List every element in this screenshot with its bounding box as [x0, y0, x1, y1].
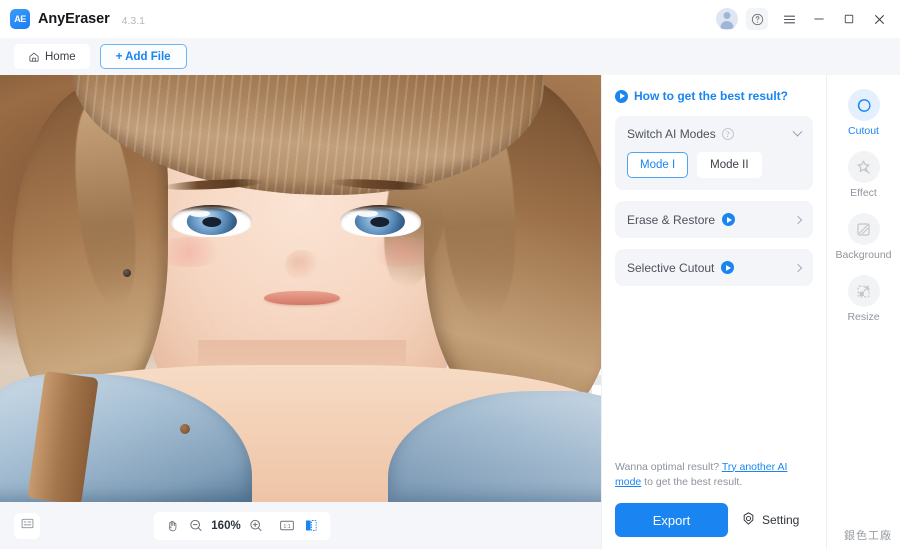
- image-canvas[interactable]: [0, 75, 601, 502]
- right-rail: Cutout Effect Background Resize: [826, 75, 900, 549]
- window-controls: [716, 5, 894, 33]
- split-compare-icon[interactable]: [301, 516, 321, 536]
- how-to-label: How to get the best result?: [634, 89, 789, 103]
- rail-item-background[interactable]: Background: [827, 213, 900, 261]
- switch-ai-modes-card: Switch AI Modes ? Mode I Mode II: [615, 116, 813, 190]
- thumbnails-toggle-button[interactable]: [14, 512, 40, 539]
- panel-spacer: [615, 297, 813, 460]
- close-icon[interactable]: [864, 5, 894, 33]
- erase-and-restore-label: Erase & Restore: [627, 212, 716, 227]
- title-bar: AE AnyEraser 4.3.1: [0, 0, 900, 38]
- home-label: Home: [45, 50, 76, 63]
- hint-prefix: Wanna optimal result?: [615, 460, 722, 473]
- chevron-down-icon[interactable]: [792, 126, 803, 137]
- app-logo-text: AE: [14, 14, 26, 24]
- right-panel: How to get the best result? Switch AI Mo…: [601, 75, 826, 549]
- gear-icon: [741, 511, 756, 529]
- mode-1-button[interactable]: Mode I: [627, 152, 689, 178]
- hand-tool-icon[interactable]: [162, 516, 182, 536]
- how-to-link[interactable]: How to get the best result?: [615, 89, 813, 103]
- add-file-button[interactable]: + Add File: [99, 44, 187, 69]
- rail-label-effect: Effect: [850, 187, 877, 199]
- app-logo-icon: AE: [10, 9, 30, 29]
- resize-icon: [847, 275, 880, 307]
- minimize-icon[interactable]: [804, 5, 834, 33]
- filmstrip-icon: [20, 516, 35, 536]
- optimal-result-hint: Wanna optimal result? Try another AI mod…: [615, 460, 813, 492]
- export-button[interactable]: Export: [615, 503, 728, 537]
- zoom-out-icon[interactable]: [186, 516, 206, 536]
- watermark: 銀色工廠: [844, 529, 892, 542]
- chevron-right-icon: [793, 263, 803, 272]
- hamburger-menu-icon[interactable]: [774, 5, 804, 33]
- chevron-right-icon: [793, 215, 803, 224]
- canvas-bottom-toolbar: 160% 1:1: [0, 502, 601, 549]
- switch-ai-modes-title: Switch AI Modes: [627, 127, 716, 141]
- selective-cutout-row[interactable]: Selective Cutout: [615, 249, 813, 286]
- background-icon: [847, 213, 880, 245]
- mode-2-button[interactable]: Mode II: [697, 152, 762, 178]
- mode-toggle-group: Mode I Mode II: [627, 152, 801, 178]
- play-icon[interactable]: [721, 261, 735, 274]
- help-tooltip-icon[interactable]: ?: [721, 128, 734, 140]
- magic-wand-icon: [847, 151, 880, 183]
- compare-divider-handle[interactable]: [302, 75, 303, 502]
- canvas-column: 160% 1:1: [0, 75, 601, 549]
- rail-item-effect[interactable]: Effect: [827, 151, 900, 199]
- rail-item-cutout[interactable]: Cutout: [827, 89, 900, 137]
- avatar[interactable]: [716, 8, 738, 30]
- zoom-level-label: 160%: [211, 519, 241, 532]
- actual-size-button[interactable]: 1:1: [277, 516, 297, 536]
- body-row: 160% 1:1 How to get the best result? Swi…: [0, 75, 900, 549]
- sub-toolbar: Home + Add File: [0, 38, 900, 75]
- erase-and-restore-row[interactable]: Erase & Restore: [615, 201, 813, 238]
- play-icon[interactable]: [722, 213, 736, 226]
- play-icon: [615, 89, 628, 103]
- rail-label-cutout: Cutout: [848, 125, 879, 137]
- selective-cutout-label: Selective Cutout: [627, 260, 715, 275]
- svg-text:1:1: 1:1: [283, 524, 290, 530]
- home-icon: [28, 51, 40, 63]
- app-version: 4.3.1: [121, 14, 146, 27]
- zoom-in-icon[interactable]: [246, 516, 266, 536]
- setting-button[interactable]: Setting: [741, 511, 799, 529]
- setting-label: Setting: [762, 513, 800, 527]
- portrait-image-cutout: [302, 75, 601, 502]
- canvas-pane-original: [0, 75, 302, 502]
- help-circle-icon[interactable]: [746, 8, 768, 30]
- rail-label-background: Background: [835, 249, 892, 261]
- rail-item-resize[interactable]: Resize: [827, 275, 900, 323]
- rail-label-resize: Resize: [847, 311, 880, 323]
- zoom-controls: 160% 1:1: [153, 511, 330, 540]
- panel-action-row: Export Setting: [615, 503, 813, 537]
- app-name: AnyEraser: [38, 11, 110, 27]
- home-button[interactable]: Home: [14, 44, 90, 69]
- canvas-pane-cutout: [302, 75, 601, 502]
- cutout-icon: [847, 89, 880, 121]
- app-brand: AE AnyEraser 4.3.1: [10, 9, 145, 29]
- anyeraser-window: AE AnyEraser 4.3.1 Home + Add File 160% …: [0, 0, 900, 549]
- switch-ai-modes-header[interactable]: Switch AI Modes ?: [627, 126, 803, 141]
- hint-suffix: to get the best result.: [641, 476, 743, 489]
- maximize-icon[interactable]: [834, 5, 864, 33]
- portrait-image-original: [0, 75, 302, 502]
